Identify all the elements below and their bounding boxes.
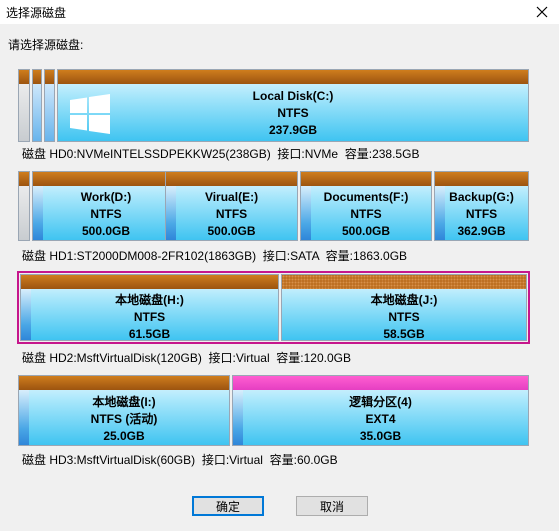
partition-d[interactable]: Work(D:) NTFS 500.0GB — [32, 171, 180, 241]
partition-h[interactable]: 本地磁盘(H:) NTFS 61.5GB — [20, 274, 279, 341]
partition-name: Virual(E:) — [204, 190, 259, 204]
partition-name: Work(D:) — [80, 190, 132, 204]
partition-fs: NTFS — [388, 310, 420, 324]
partition-g[interactable]: Backup(G:) NTFS 362.9GB — [434, 171, 529, 241]
partition-fs: NTFS — [277, 106, 309, 120]
partition-size: 61.5GB — [128, 327, 171, 341]
partition-f[interactable]: Documents(F:) NTFS 500.0GB — [300, 171, 432, 241]
partition-size: 58.5GB — [383, 327, 425, 341]
partition-name: Documents(F:) — [323, 190, 409, 204]
partition-fs: NTFS (活动) — [90, 412, 158, 426]
partition-fs: EXT4 — [365, 412, 396, 426]
partition-fs: NTFS — [350, 207, 382, 221]
cancel-button[interactable]: 取消 — [296, 496, 368, 516]
partition-logical-4[interactable]: 逻辑分区(4) EXT4 35.0GB — [232, 375, 529, 446]
partition-c[interactable]: Local Disk(C:) NTFS 237.9GB — [57, 69, 529, 142]
partition-fs: NTFS — [215, 207, 248, 221]
prompt-label: 请选择源磁盘: — [8, 38, 84, 52]
partition-i[interactable]: 本地磁盘(I:) NTFS (活动) 25.0GB — [18, 375, 230, 446]
partition-size: 500.0GB — [341, 224, 391, 238]
title-bar: 选择源磁盘 — [0, 0, 559, 24]
disk-hd2[interactable]: 本地磁盘(H:) NTFS 61.5GB 本地磁盘(J:) NTFS 58.5G… — [20, 274, 527, 341]
partition-size: 237.9GB — [268, 123, 318, 137]
partition-e[interactable]: Virual(E:) NTFS 500.0GB — [165, 171, 298, 241]
reserved-partition[interactable] — [44, 69, 55, 142]
disk-info-hd1: 磁盘 HD1:ST2000DM008-2FR102(1863GB) 接口:SAT… — [22, 249, 408, 263]
partition-name: 本地磁盘(J:) — [370, 293, 438, 307]
reserved-partition[interactable] — [18, 171, 30, 241]
disk-info-hd2: 磁盘 HD2:MsftVirtualDisk(120GB) 接口:Virtual… — [22, 351, 351, 365]
partition-name: 本地磁盘(I:) — [92, 395, 156, 409]
partition-fs: NTFS — [90, 207, 122, 221]
window-title: 选择源磁盘 — [6, 6, 67, 20]
partition-fs: NTFS — [133, 310, 166, 324]
partition-name: Backup(G:) — [449, 190, 514, 204]
close-icon — [536, 6, 548, 18]
partition-size: 500.0GB — [207, 224, 256, 238]
disk-hd0[interactable]: Local Disk(C:) NTFS 237.9GB — [18, 69, 529, 142]
partition-fs: NTFS — [465, 207, 498, 221]
dialog-body: 请选择源磁盘: Local Disk(C:) NTFS 237.9GB 磁盘 H… — [0, 24, 559, 531]
reserved-partition[interactable] — [32, 69, 42, 142]
partition-j[interactable]: 本地磁盘(J:) NTFS 58.5GB — [281, 274, 527, 341]
disk-hd1[interactable]: Work(D:) NTFS 500.0GB Virual(E:) NTFS 50… — [18, 171, 529, 241]
partition-name: 逻辑分区(4) — [349, 395, 412, 409]
disk-info-hd0: 磁盘 HD0:NVMeINTELSSDPEKKW25(238GB) 接口:NVM… — [22, 147, 420, 161]
ok-button[interactable]: 确定 — [192, 496, 264, 516]
partition-name: 本地磁盘(H:) — [115, 293, 184, 307]
disk-info-hd3: 磁盘 HD3:MsftVirtualDisk(60GB) 接口:Virtual … — [22, 453, 338, 467]
partition-size: 25.0GB — [103, 429, 145, 443]
reserved-partition[interactable] — [18, 69, 30, 142]
partition-size: 35.0GB — [359, 429, 402, 443]
partition-size: 500.0GB — [81, 224, 131, 238]
partition-size: 362.9GB — [457, 224, 506, 238]
partition-name: Local Disk(C:) — [252, 89, 334, 103]
close-button[interactable] — [525, 0, 559, 24]
disk-hd3[interactable]: 本地磁盘(I:) NTFS (活动) 25.0GB 逻辑分区(4) EXT4 3… — [18, 375, 529, 446]
